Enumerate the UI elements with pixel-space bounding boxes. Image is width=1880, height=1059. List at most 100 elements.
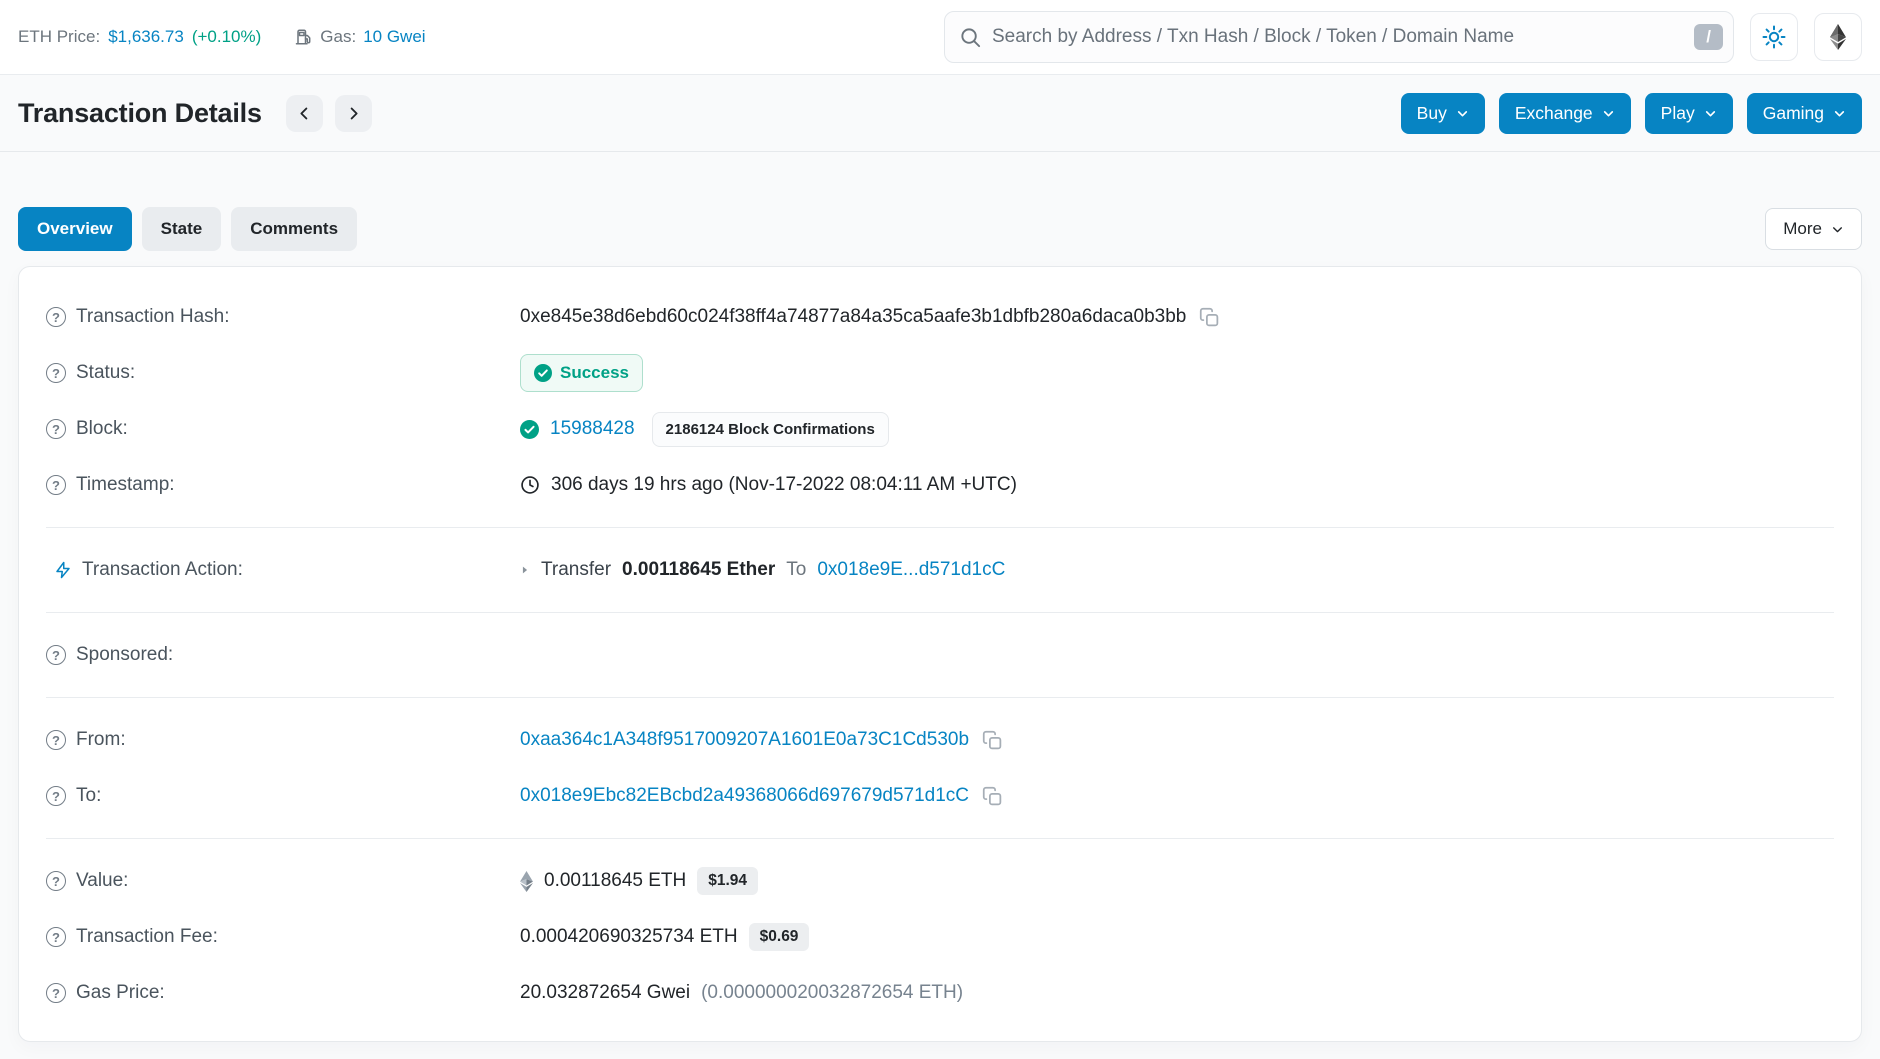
divider: [46, 838, 1834, 839]
row-sponsored: ? Sponsored:: [46, 627, 1834, 683]
chevron-down-icon: [1704, 107, 1717, 120]
action-type: Transfer: [541, 559, 611, 581]
transaction-fee-usd-badge: $0.69: [749, 923, 810, 951]
chevron-down-icon: [1456, 107, 1469, 120]
transaction-fee-label: Transaction Fee:: [76, 926, 218, 948]
sponsored-label: Sponsored:: [76, 644, 173, 666]
block-number-link[interactable]: 15988428: [550, 418, 635, 440]
network-menu-button[interactable]: [1814, 13, 1862, 61]
page-title: Transaction Details: [18, 98, 262, 129]
row-timestamp: ? Timestamp: 306 days 19 hrs ago (Nov-17…: [46, 457, 1834, 513]
divider: [46, 697, 1834, 698]
tab-overview[interactable]: Overview: [18, 207, 132, 251]
transaction-hash-value: 0xe845e38d6ebd60c024f38ff4a74877a84a35ca…: [520, 306, 1186, 328]
row-transaction-hash: ? Transaction Hash: 0xe845e38d6ebd60c024…: [46, 289, 1834, 345]
check-circle-icon: [534, 364, 552, 382]
tab-state[interactable]: State: [142, 207, 222, 251]
divider: [46, 612, 1834, 613]
play-label: Play: [1661, 103, 1695, 124]
help-icon[interactable]: ?: [46, 419, 66, 439]
copy-icon: [982, 730, 1003, 751]
gas-label: Gas:: [320, 27, 356, 47]
to-address-link[interactable]: 0x018e9Ebc82EBcbd2a49368066d697679d571d1…: [520, 785, 969, 807]
value-eth: 0.00118645 ETH: [544, 870, 686, 892]
gaming-menu-button[interactable]: Gaming: [1747, 93, 1862, 134]
search-bar[interactable]: /: [944, 11, 1734, 63]
transaction-action-label: Transaction Action:: [82, 559, 243, 581]
copy-icon: [1199, 307, 1220, 328]
row-transaction-action: Transaction Action: Transfer 0.00118645 …: [46, 542, 1834, 598]
timestamp-label: Timestamp:: [76, 474, 175, 496]
eth-price-change: (+0.10%): [192, 27, 261, 47]
buy-menu-button[interactable]: Buy: [1401, 93, 1485, 134]
search-icon: [959, 26, 982, 49]
help-icon[interactable]: ?: [46, 307, 66, 327]
gas-price-eth: (0.000000020032872654 ETH): [701, 982, 963, 1004]
eth-price-link[interactable]: $1,636.73: [108, 27, 184, 47]
row-transaction-fee: ? Transaction Fee: 0.000420690325734 ETH…: [46, 909, 1834, 965]
tabs-bar: Overview State Comments More: [18, 207, 1862, 251]
ethereum-diamond-icon: [520, 871, 533, 892]
help-icon[interactable]: ?: [46, 871, 66, 891]
market-stats: ETH Price: $1,636.73 (+0.10%) Gas: 10 Gw…: [18, 27, 426, 47]
row-from: ? From: 0xaa364c1A348f9517009207A1601E0a…: [46, 712, 1834, 768]
from-address-link[interactable]: 0xaa364c1A348f9517009207A1601E0a73C1Cd53…: [520, 729, 969, 751]
next-transaction-button[interactable]: [335, 95, 372, 132]
gas-pump-icon: [295, 27, 313, 47]
copy-from-address-button[interactable]: [982, 730, 1003, 751]
clock-icon: [520, 475, 540, 495]
help-icon[interactable]: ?: [46, 363, 66, 383]
chevron-right-icon: [346, 106, 361, 121]
from-label: From:: [76, 729, 126, 751]
copy-to-address-button[interactable]: [982, 786, 1003, 807]
search-input[interactable]: [992, 26, 1684, 48]
copy-transaction-hash-button[interactable]: [1199, 307, 1220, 328]
status-label: Status:: [76, 362, 135, 384]
action-to-label: To: [786, 559, 806, 581]
help-icon[interactable]: ?: [46, 927, 66, 947]
help-icon[interactable]: ?: [46, 983, 66, 1003]
block-confirmations-badge: 2186124 Block Confirmations: [652, 412, 889, 447]
value-label: Value:: [76, 870, 128, 892]
transaction-details-card: ? Transaction Hash: 0xe845e38d6ebd60c024…: [18, 266, 1862, 1042]
exchange-menu-button[interactable]: Exchange: [1499, 93, 1631, 134]
gaming-label: Gaming: [1763, 103, 1824, 124]
search-shortcut-badge: /: [1694, 24, 1723, 50]
chevron-down-icon: [1833, 107, 1846, 120]
status-value: Success: [560, 363, 629, 383]
transaction-hash-label: Transaction Hash:: [76, 306, 229, 328]
sun-icon: [1762, 25, 1786, 49]
help-icon[interactable]: ?: [46, 730, 66, 750]
status-badge: Success: [520, 354, 643, 392]
value-usd-badge: $1.94: [697, 867, 758, 895]
chevron-left-icon: [297, 106, 312, 121]
help-icon[interactable]: ?: [46, 475, 66, 495]
help-icon[interactable]: ?: [46, 645, 66, 665]
caret-right-icon[interactable]: [520, 564, 530, 576]
more-label: More: [1783, 219, 1822, 239]
topbar: ETH Price: $1,636.73 (+0.10%) Gas: 10 Gw…: [0, 0, 1880, 75]
row-value: ? Value: 0.00118645 ETH $1.94: [46, 853, 1834, 909]
transaction-fee-eth: 0.000420690325734 ETH: [520, 926, 738, 948]
theme-toggle-button[interactable]: [1750, 13, 1798, 61]
previous-transaction-button[interactable]: [286, 95, 323, 132]
ethereum-logo-icon: [1830, 24, 1846, 50]
block-label: Block:: [76, 418, 128, 440]
gas-tracker-link[interactable]: 10 Gwei: [363, 27, 425, 47]
tab-comments[interactable]: Comments: [231, 207, 357, 251]
row-gas-price: ? Gas Price: 20.032872654 Gwei (0.000000…: [46, 965, 1834, 1021]
play-menu-button[interactable]: Play: [1645, 93, 1733, 134]
check-circle-icon: [520, 420, 539, 439]
row-status: ? Status: Success: [46, 345, 1834, 401]
lightning-icon: [54, 560, 72, 580]
chevron-down-icon: [1831, 223, 1844, 236]
help-icon[interactable]: ?: [46, 786, 66, 806]
exchange-label: Exchange: [1515, 103, 1593, 124]
page-header: Transaction Details Buy Exchange Play: [0, 75, 1880, 152]
row-block: ? Block: 15988428 2186124 Block Confirma…: [46, 401, 1834, 457]
gas-price-label: Gas Price:: [76, 982, 165, 1004]
action-to-address-link[interactable]: 0x018e9E...d571d1cC: [817, 559, 1005, 581]
more-menu-button[interactable]: More: [1765, 208, 1862, 250]
to-label: To:: [76, 785, 101, 807]
copy-icon: [982, 786, 1003, 807]
